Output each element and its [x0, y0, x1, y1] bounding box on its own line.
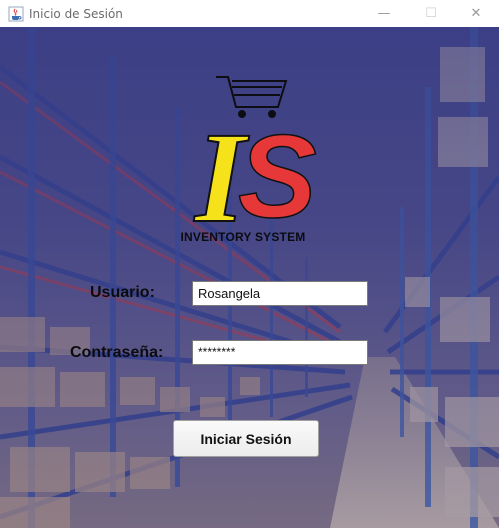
minimize-icon: —: [377, 6, 391, 21]
minimize-button[interactable]: —: [361, 0, 407, 27]
logo-caption: INVENTORY SYSTEM: [180, 230, 306, 244]
inventory-system-logo: S I: [192, 76, 317, 244]
username-label: Usuario:: [90, 284, 155, 301]
login-button-label: Iniciar Sesión: [200, 430, 292, 447]
title-bar: Inicio de Sesión — ☐ ✕: [0, 0, 499, 27]
login-window: Inicio de Sesión — ☐ ✕ S I INVENTORY SYS…: [0, 0, 499, 528]
username-field[interactable]: Rosangela: [192, 281, 368, 306]
java-cup-icon: [8, 6, 24, 22]
password-field[interactable]: ********: [192, 340, 368, 365]
window-title: Inicio de Sesión: [29, 6, 123, 21]
svg-text:I: I: [193, 106, 250, 244]
login-panel: S I INVENTORY SYSTEM Usuario: Rosangela …: [0, 27, 499, 528]
svg-text:S: S: [238, 111, 317, 243]
maximize-button[interactable]: ☐: [408, 0, 454, 27]
password-label: Contraseña:: [70, 344, 164, 361]
maximize-icon: ☐: [425, 6, 437, 21]
close-icon: ✕: [470, 6, 482, 21]
close-button[interactable]: ✕: [453, 0, 499, 27]
login-button[interactable]: Iniciar Sesión: [173, 420, 319, 457]
